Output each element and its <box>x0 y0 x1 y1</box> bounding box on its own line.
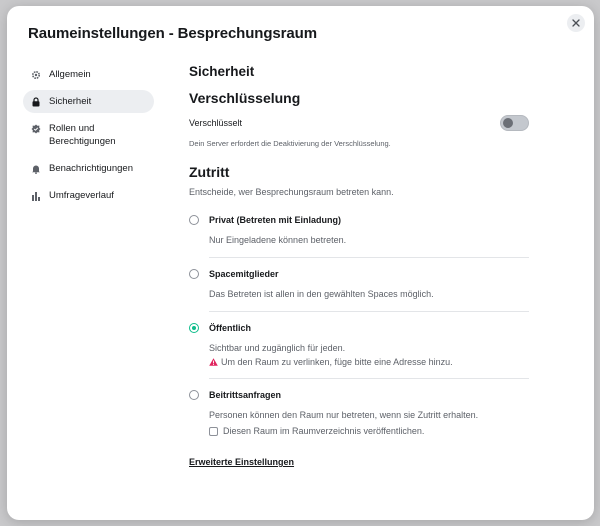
radio-public[interactable] <box>189 323 199 333</box>
radio-knock[interactable] <box>189 390 199 400</box>
option-label: Privat (Betreten mit Einladung) <box>209 215 342 225</box>
option-description: Das Betreten ist allen in den gewählten … <box>209 289 434 299</box>
radio-private[interactable] <box>189 215 199 225</box>
sidebar-item-label: Sicherheit <box>49 96 92 107</box>
option-label: Öffentlich <box>209 323 251 333</box>
sidebar-item-poll-history[interactable]: Umfrageverlauf <box>23 184 154 207</box>
access-heading: Zutritt <box>189 164 230 180</box>
publish-directory-row[interactable]: Diesen Raum im Raumverzeichnis veröffent… <box>209 426 529 436</box>
sidebar-item-roles[interactable]: Rollen und Berechtigungen <box>23 117 154 153</box>
encryption-label: Verschlüsselt <box>189 118 243 128</box>
warning-icon <box>209 358 218 366</box>
encryption-heading: Verschlüsselung <box>189 90 301 106</box>
access-option-space-members[interactable]: Spacemitglieder Das Betreten ist allen i… <box>189 269 529 300</box>
access-option-public[interactable]: Öffentlich Sichtbar und zugänglich für j… <box>189 323 529 367</box>
checkbox-label: Diesen Raum im Raumverzeichnis veröffent… <box>223 426 425 436</box>
lock-icon <box>31 96 41 107</box>
dialog-title: Raumeinstellungen - Besprechungsraum <box>28 25 317 42</box>
settings-dialog: Raumeinstellungen - Besprechungsraum All… <box>7 6 594 520</box>
bell-icon <box>31 164 41 174</box>
option-description: Nur Eingeladene können betreten. <box>209 235 347 245</box>
shield-check-icon <box>31 124 41 134</box>
option-label: Spacemitglieder <box>209 269 279 279</box>
access-option-private[interactable]: Privat (Betreten mit Einladung) Nur Eing… <box>189 215 529 246</box>
sidebar-item-notifications[interactable]: Benachrichtigungen <box>23 157 154 180</box>
close-icon <box>572 19 580 27</box>
warning-text: Um den Raum zu verlinken, füge bitte ein… <box>221 357 453 367</box>
option-description: Sichtbar und zugänglich für jeden. <box>209 343 346 353</box>
sidebar-item-general[interactable]: Allgemein <box>23 63 154 86</box>
sidebar-item-label: Umfrageverlauf <box>49 190 114 201</box>
security-settings: Sicherheit Verschlüsselung Verschlüsselt… <box>189 64 529 470</box>
option-description: Personen können den Raum nur betreten, w… <box>209 410 479 420</box>
encryption-note: Dein Server erfordert die Deaktivierung … <box>189 139 391 148</box>
address-warning: Um den Raum zu verlinken, füge bitte ein… <box>209 357 529 367</box>
sidebar-item-label: Allgemein <box>49 69 91 80</box>
toggle-knob <box>503 118 513 128</box>
advanced-settings-link[interactable]: Erweiterte Einstellungen <box>189 457 294 467</box>
encryption-toggle[interactable] <box>500 115 529 131</box>
access-option-knock[interactable]: Beitrittsanfragen Personen können den Ra… <box>189 390 529 436</box>
sidebar-item-security[interactable]: Sicherheit <box>23 90 154 113</box>
sidebar-item-label: Rollen und Berechtigungen <box>49 123 116 147</box>
encryption-row: Verschlüsselt <box>189 115 529 131</box>
divider <box>209 257 529 258</box>
page-title: Sicherheit <box>189 64 255 79</box>
sidebar-item-label: Benachrichtigungen <box>49 163 133 174</box>
settings-sidebar: Allgemein Sicherheit Rollen und Berechti… <box>23 63 154 211</box>
option-label: Beitrittsanfragen <box>209 390 282 400</box>
close-button[interactable] <box>567 14 585 32</box>
gear-icon <box>31 70 41 80</box>
bar-chart-icon <box>31 191 41 201</box>
divider <box>209 311 529 312</box>
publish-directory-checkbox[interactable] <box>209 426 218 436</box>
radio-space-members[interactable] <box>189 269 199 279</box>
access-description: Entscheide, wer Besprechungsraum betrete… <box>189 187 394 197</box>
divider <box>209 378 529 379</box>
